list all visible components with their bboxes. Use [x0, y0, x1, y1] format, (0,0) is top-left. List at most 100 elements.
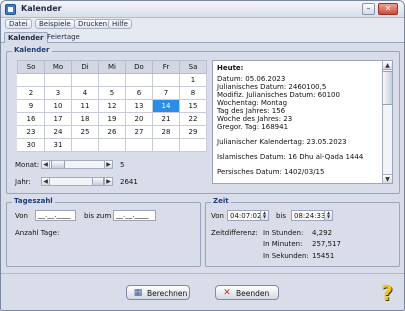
- calendar-day[interactable]: [71, 138, 99, 152]
- calendar-day[interactable]: 18: [71, 112, 99, 126]
- jahr-label: Jahr:: [15, 178, 31, 186]
- scroll-down-icon[interactable]: ▼: [383, 174, 392, 183]
- tab-kalender[interactable]: Kalender: [4, 32, 48, 43]
- calendar-day[interactable]: [152, 73, 180, 87]
- calendar-day[interactable]: 24: [44, 125, 72, 139]
- julian-calendar-line: Julianischer Kalendertag: 23.05.2023: [217, 138, 347, 146]
- spinner-buttons[interactable]: ▲ ▼: [324, 211, 332, 220]
- calendar-day[interactable]: 10: [44, 99, 72, 113]
- red-x-icon: ✕: [223, 288, 231, 298]
- calendar-day[interactable]: 23: [17, 125, 45, 139]
- minimize-button[interactable]: –: [362, 3, 375, 15]
- info-line: Julianisches Datum: 2460100,5: [217, 83, 327, 91]
- calendar-day[interactable]: [98, 73, 126, 87]
- calendar-day[interactable]: 21: [152, 112, 180, 126]
- help-question-icon[interactable]: ?: [377, 282, 397, 304]
- calendar-day[interactable]: 1: [179, 73, 207, 87]
- calendar-day[interactable]: 17: [44, 112, 72, 126]
- calendar-day[interactable]: 12: [98, 99, 126, 113]
- calendar-day[interactable]: 25: [71, 125, 99, 139]
- jahr-scrollbar[interactable]: ◀ ▶: [41, 177, 113, 186]
- zeit-bis-value[interactable]: 08:24:33: [294, 212, 325, 220]
- calendar-day[interactable]: 20: [125, 112, 153, 126]
- weekday-header: Do: [125, 60, 153, 74]
- scroll-up-icon[interactable]: ▲: [383, 61, 392, 70]
- minuten-label: In Minuten:: [263, 240, 303, 248]
- menu-datei[interactable]: Datei: [5, 19, 32, 29]
- info-line: Gregor. Tag: 168941: [217, 123, 289, 131]
- calendar-day[interactable]: 27: [125, 125, 153, 139]
- von-date-field[interactable]: __.__.____: [35, 210, 76, 221]
- weekday-header: Mi: [98, 60, 126, 74]
- calendar-day[interactable]: [125, 73, 153, 87]
- calendar-day[interactable]: 26: [98, 125, 126, 139]
- spin-down-icon[interactable]: ▼: [261, 215, 268, 219]
- calendar-day[interactable]: [44, 73, 72, 87]
- tab-feiertage[interactable]: Feiertage: [44, 32, 83, 43]
- zeit-von-spinner[interactable]: 04:07:02 ▲ ▼: [227, 210, 269, 221]
- calendar-day[interactable]: 7: [152, 86, 180, 100]
- jahr-value: 2641: [120, 178, 138, 186]
- monat-value: 5: [120, 161, 125, 169]
- zeitdifferenz-label: Zeitdifferenz:: [211, 229, 258, 237]
- bis-zum-label: bis zum: [84, 212, 112, 220]
- calendar-day[interactable]: [98, 138, 126, 152]
- bis-date-field[interactable]: __.__.____: [113, 210, 156, 221]
- beenden-button[interactable]: ✕ Beenden: [215, 285, 279, 300]
- calendar-day[interactable]: 13: [125, 99, 153, 113]
- calendar-day-selected[interactable]: 14: [152, 99, 180, 113]
- calendar-day[interactable]: 4: [71, 86, 99, 100]
- menu-hilfe[interactable]: Hilfe: [108, 19, 132, 29]
- calendar-grid: So Mo Di Mi Do Fr Sa 1 2 3 4 5 6 7 8 9 1…: [17, 60, 207, 152]
- berechnen-button[interactable]: ▦ Berechnen: [126, 285, 190, 300]
- calendar-day[interactable]: 3: [44, 86, 72, 100]
- weekday-header: Fr: [152, 60, 180, 74]
- info-line: Woche des Jahres: 23: [217, 115, 293, 123]
- calendar-day[interactable]: [179, 138, 207, 152]
- calendar-day[interactable]: 9: [17, 99, 45, 113]
- info-textbox[interactable]: Heute: Datum: 05.06.2023 Julianisches Da…: [212, 60, 393, 184]
- calendar-day[interactable]: 31: [44, 138, 72, 152]
- calendar-day[interactable]: 8: [179, 86, 207, 100]
- calendar-day[interactable]: [71, 73, 99, 87]
- monat-scroll-thumb[interactable]: [51, 161, 65, 168]
- calendar-day[interactable]: 22: [179, 112, 207, 126]
- close-button[interactable]: ✕: [378, 3, 398, 15]
- scroll-left-icon[interactable]: ◀: [42, 161, 50, 168]
- menu-drucken[interactable]: Drucken: [74, 19, 112, 29]
- calendar-day[interactable]: 29: [179, 125, 207, 139]
- calendar-day[interactable]: 15: [179, 99, 207, 113]
- calendar-day[interactable]: 28: [152, 125, 180, 139]
- zeit-von-value[interactable]: 04:07:02: [230, 212, 261, 220]
- scroll-left-icon[interactable]: ◀: [42, 178, 50, 185]
- calendar-day[interactable]: 11: [71, 99, 99, 113]
- info-scrollbar[interactable]: ▲ ▼: [382, 61, 392, 183]
- monat-scrollbar[interactable]: ◀ ▶: [41, 160, 113, 169]
- spinner-buttons[interactable]: ▲ ▼: [260, 211, 268, 220]
- info-scroll-thumb[interactable]: [383, 71, 392, 105]
- zeit-bis-spinner[interactable]: 08:24:33 ▲ ▼: [291, 210, 333, 221]
- spin-down-icon[interactable]: ▼: [325, 215, 332, 219]
- jahr-scroll-thumb[interactable]: [92, 178, 104, 185]
- minuten-value: 257,517: [312, 240, 341, 248]
- calendar-day[interactable]: 2: [17, 86, 45, 100]
- calendar-day[interactable]: [152, 138, 180, 152]
- menu-bar: Datei Beispiele Drucken Hilfe: [1, 18, 404, 30]
- menu-beispiele[interactable]: Beispiele: [35, 19, 75, 29]
- info-line: Tag des Jahres: 156: [217, 107, 286, 115]
- weekday-header: So: [17, 60, 45, 74]
- calendar-day[interactable]: 30: [17, 138, 45, 152]
- calendar-day[interactable]: 16: [17, 112, 45, 126]
- info-line: Modifiz. Julianisches Datum: 60100: [217, 91, 340, 99]
- stunden-value: 4,292: [312, 229, 333, 237]
- calendar-day[interactable]: 5: [98, 86, 126, 100]
- scroll-right-icon[interactable]: ▶: [104, 161, 112, 168]
- calendar-day[interactable]: 6: [125, 86, 153, 100]
- scroll-right-icon[interactable]: ▶: [104, 178, 112, 185]
- calendar-day[interactable]: [125, 138, 153, 152]
- islamic-date-line: Islamisches Datum: 16 Dhu al-Qada 1444: [217, 153, 364, 161]
- calendar-day[interactable]: 19: [98, 112, 126, 126]
- title-bar: Kalender – ✕: [1, 1, 404, 18]
- calendar-day[interactable]: [17, 73, 45, 87]
- anzahl-tage-label: Anzahl Tage:: [15, 229, 60, 237]
